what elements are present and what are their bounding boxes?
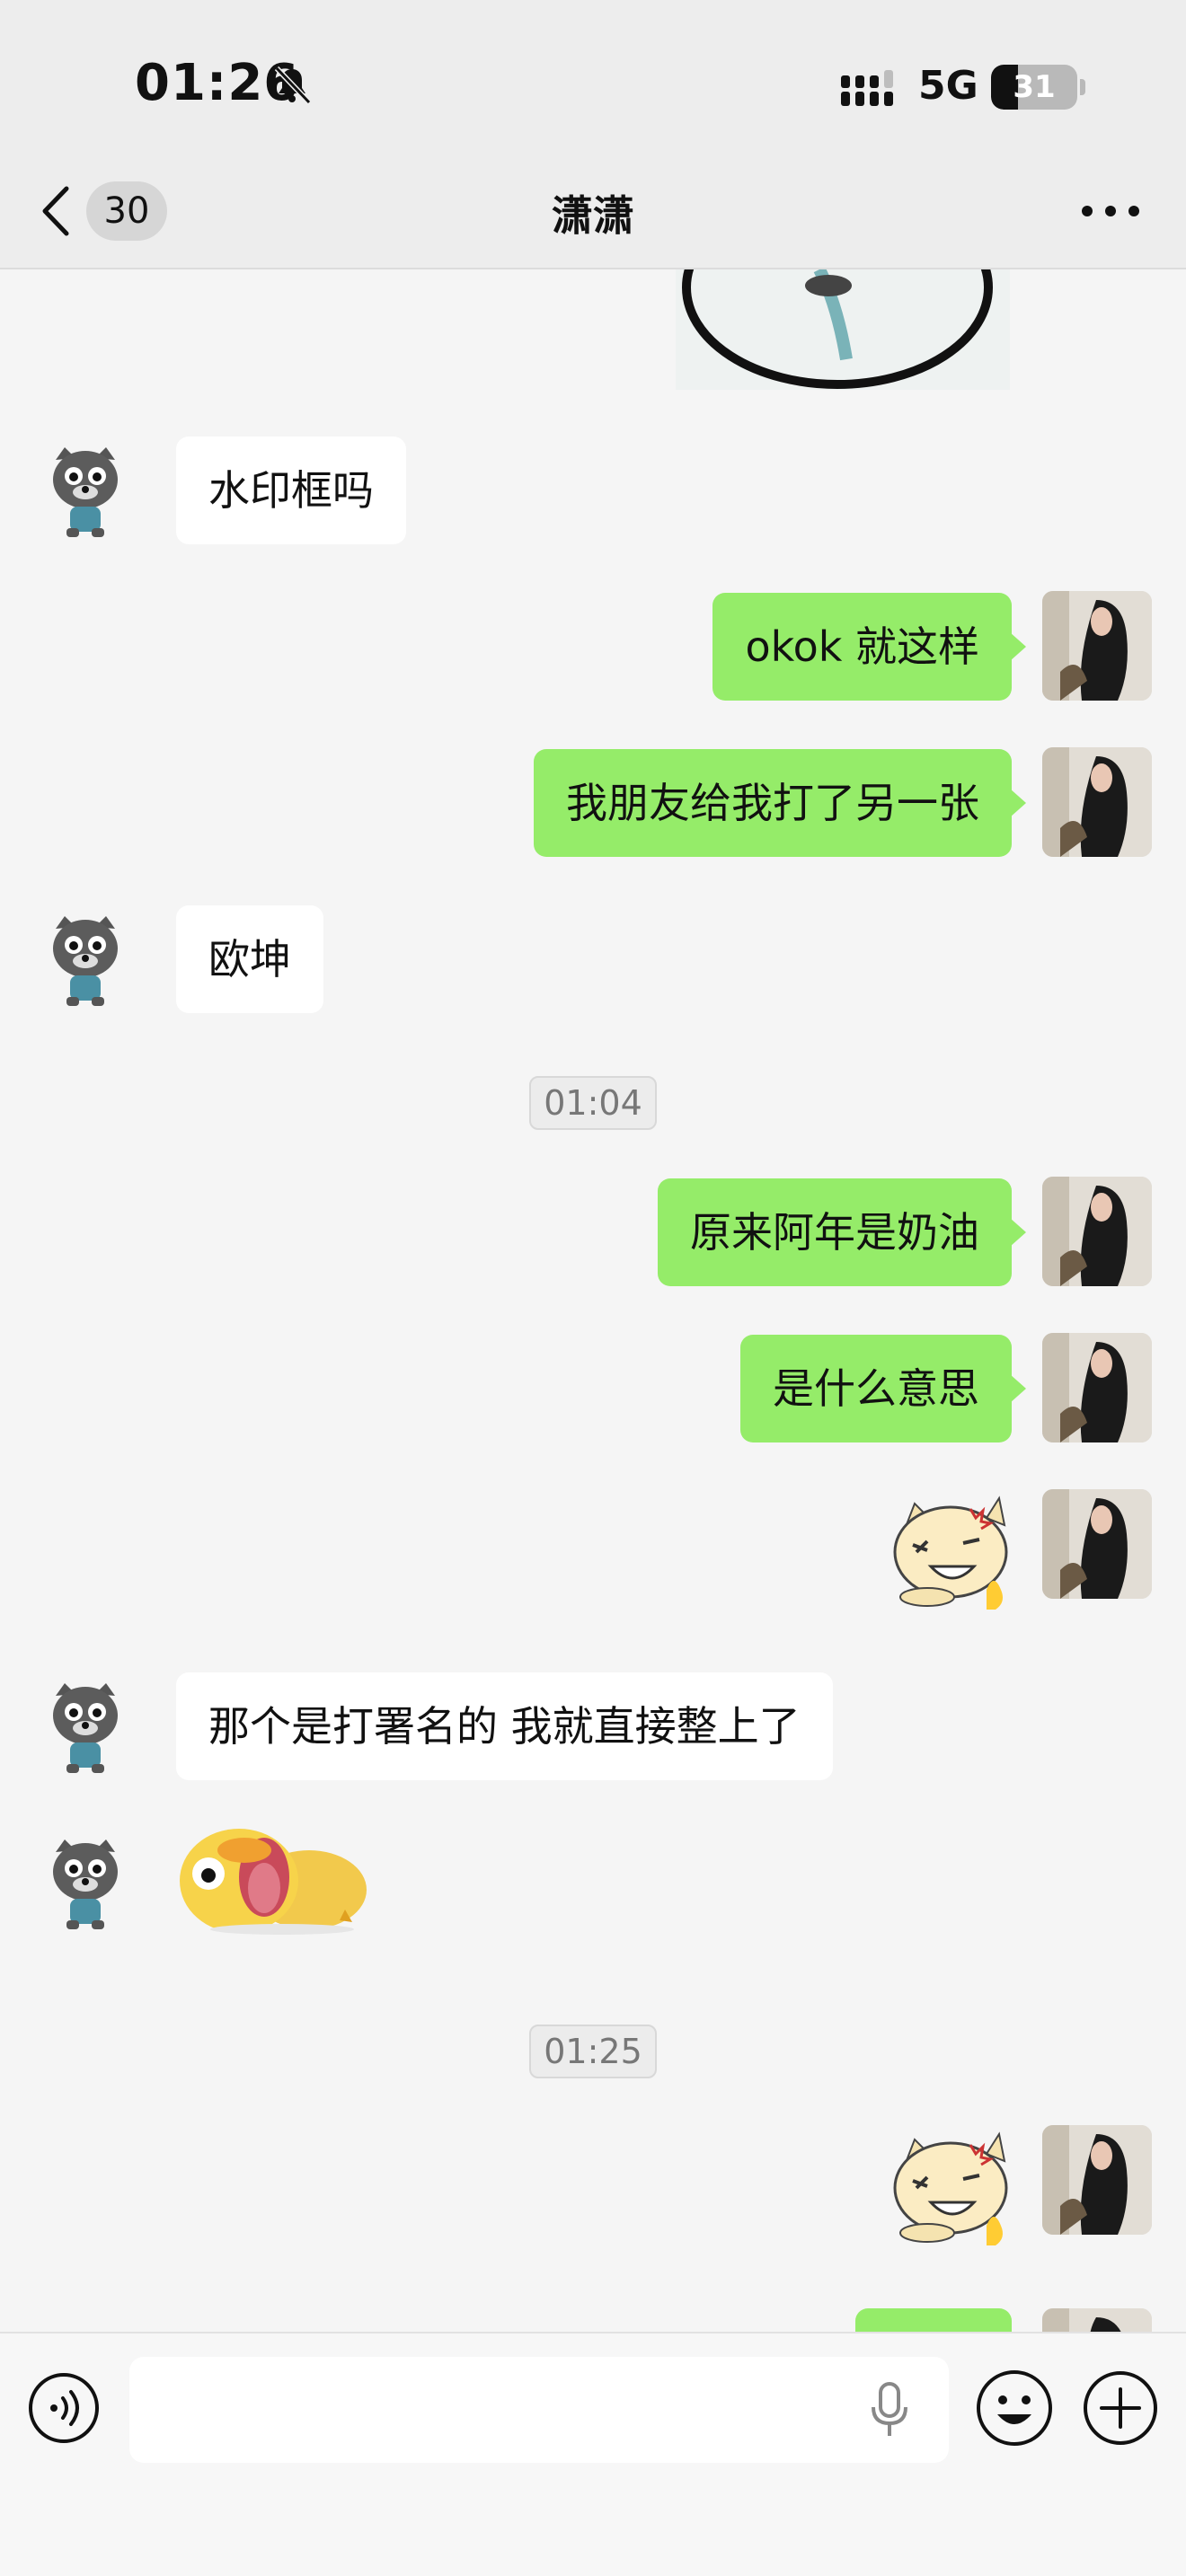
time-divider: 01:25 <box>0 2025 1186 2078</box>
battery-tip <box>1080 79 1085 95</box>
outgoing-message-bubble[interactable]: 是什么意思 <box>740 1335 1026 1442</box>
message-list[interactable]: 水印框吗 okok 就这样 我朋友给我打了另一张 欧坤 01:04 原来阿年是奶… <box>0 269 1186 2332</box>
outgoing-message-bubble[interactable]: 原来阿年是奶油 <box>658 1178 1026 1286</box>
contact-avatar[interactable] <box>31 904 140 1013</box>
girl-photo-avatar <box>1042 2125 1152 2235</box>
girl-photo-avatar <box>1042 747 1152 857</box>
wolf-avatar-icon <box>53 1839 118 1929</box>
contact-avatar[interactable] <box>31 1827 140 1936</box>
sticker-message[interactable] <box>174 1823 370 1938</box>
my-avatar[interactable] <box>1042 2308 1152 2332</box>
yellow-duck-sticker <box>180 1829 367 1935</box>
girl-photo-avatar <box>1042 1333 1152 1442</box>
my-avatar[interactable] <box>1042 1489 1152 1599</box>
signal-icon <box>841 70 893 106</box>
partial-outgoing-bubble[interactable] <box>855 2308 1012 2332</box>
my-avatar[interactable] <box>1042 1333 1152 1442</box>
girl-photo-avatar <box>1042 1489 1152 1599</box>
my-avatar[interactable] <box>1042 1177 1152 1286</box>
chat-header: 30 潇潇 <box>0 162 1186 269</box>
angry-cat-sticker <box>893 2131 1008 2245</box>
contact-avatar[interactable] <box>31 1671 140 1780</box>
contact-avatar[interactable] <box>31 435 140 544</box>
message-input[interactable] <box>129 2357 949 2463</box>
time-divider: 01:04 <box>0 1076 1186 1130</box>
incoming-message-bubble[interactable]: 那个是打署名的 我就直接整上了 <box>176 1672 833 1780</box>
my-avatar[interactable] <box>1042 2125 1152 2235</box>
girl-photo-avatar <box>1042 591 1152 701</box>
emoji-icon[interactable] <box>974 2368 1055 2448</box>
sticker-message[interactable] <box>888 1491 1013 1613</box>
wolf-avatar-icon <box>53 916 118 1006</box>
mic-icon[interactable] <box>868 2380 911 2439</box>
outgoing-message-bubble[interactable]: 我朋友给我打了另一张 <box>534 749 1026 857</box>
angry-cat-sticker <box>893 1495 1008 1610</box>
voice-icon[interactable] <box>27 2371 101 2445</box>
timestamp-label: 01:25 <box>529 2025 657 2078</box>
girl-photo-avatar <box>1042 2308 1152 2332</box>
status-bar: 01:26 5G 31 <box>0 0 1186 162</box>
bell-muted-icon <box>274 66 312 105</box>
plus-icon[interactable] <box>1082 2369 1159 2447</box>
incoming-message-bubble[interactable]: 水印框吗 <box>176 437 406 544</box>
image-fragment <box>676 269 1010 390</box>
sticker-message[interactable] <box>888 2127 1013 2249</box>
my-avatar[interactable] <box>1042 747 1152 857</box>
image-message[interactable] <box>676 269 1010 390</box>
network-type: 5G <box>918 63 978 109</box>
wolf-avatar-icon <box>53 1683 118 1773</box>
my-avatar[interactable] <box>1042 591 1152 701</box>
battery-icon: 31 <box>991 65 1077 110</box>
battery-level: 31 <box>1013 69 1056 105</box>
girl-photo-avatar <box>1042 1177 1152 1286</box>
wolf-avatar-icon <box>53 447 118 537</box>
input-bar <box>0 2332 1186 2576</box>
more-dots-icon[interactable] <box>1078 198 1143 225</box>
timestamp-label: 01:04 <box>529 1076 657 1130</box>
incoming-message-bubble[interactable]: 欧坤 <box>176 905 323 1013</box>
chat-title: 潇潇 <box>552 191 634 240</box>
outgoing-message-bubble[interactable]: okok 就这样 <box>712 593 1026 701</box>
